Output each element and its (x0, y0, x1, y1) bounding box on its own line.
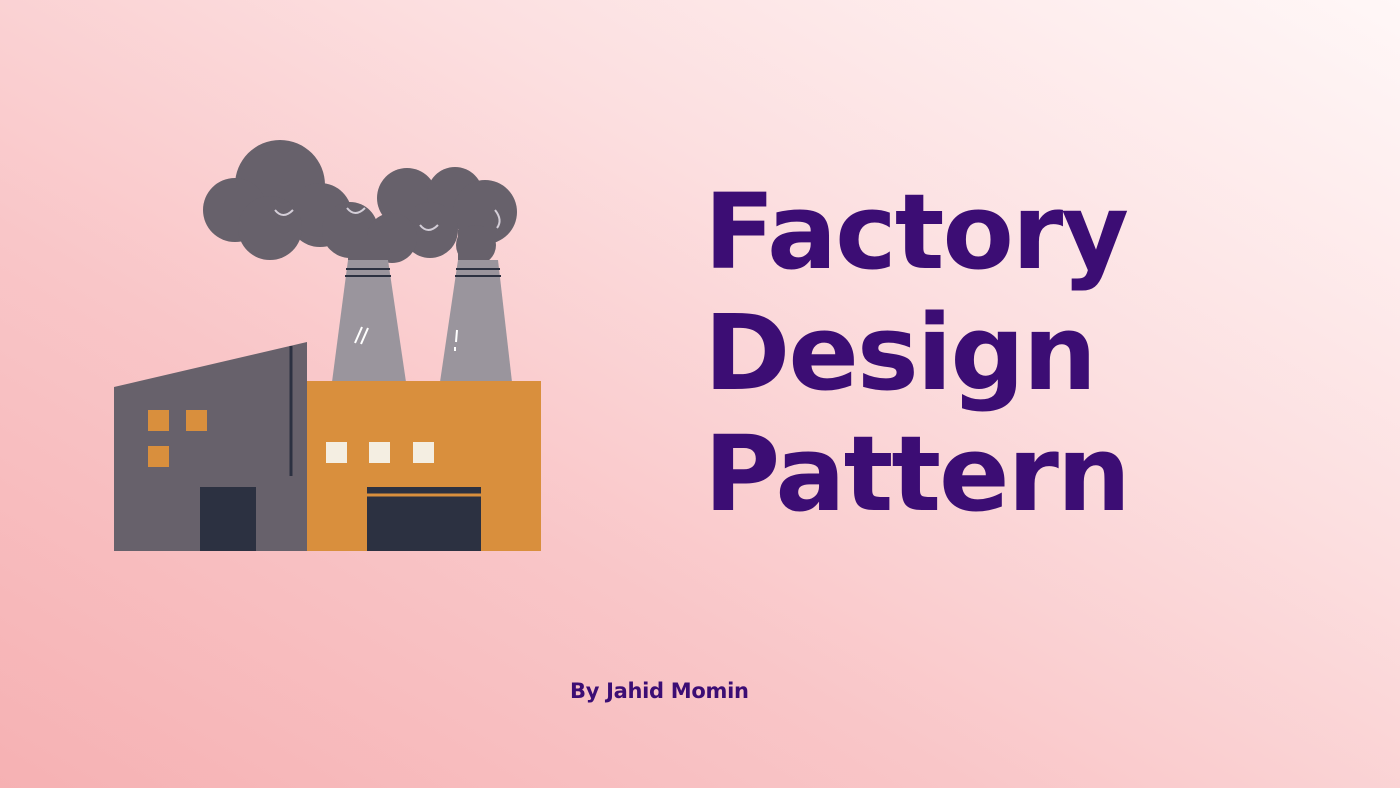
chimney-icon (332, 260, 512, 382)
slide-canvas: Factory Design Pattern By Jahid Momin (0, 0, 1400, 788)
window (326, 442, 347, 463)
title-line: Design (704, 292, 1097, 414)
right-chimney (440, 260, 512, 382)
page-title: Factory Design Pattern (704, 171, 1131, 535)
smoke-cloud-icon (203, 140, 517, 265)
warehouse-building (114, 342, 307, 551)
factory-illustration (114, 140, 541, 551)
garage-door (367, 487, 481, 551)
window (148, 410, 169, 431)
window (186, 410, 207, 431)
window (369, 442, 390, 463)
door (200, 487, 256, 551)
window (413, 442, 434, 463)
title-line: Pattern (704, 413, 1131, 535)
factory-building (307, 381, 541, 551)
window (148, 446, 169, 467)
smoke-puff (238, 196, 302, 260)
left-chimney (332, 260, 406, 382)
author-byline: By Jahid Momin (570, 679, 749, 703)
chimney-shine (455, 329, 458, 343)
title-line: Factory (704, 171, 1129, 293)
smoke-column (458, 230, 488, 265)
